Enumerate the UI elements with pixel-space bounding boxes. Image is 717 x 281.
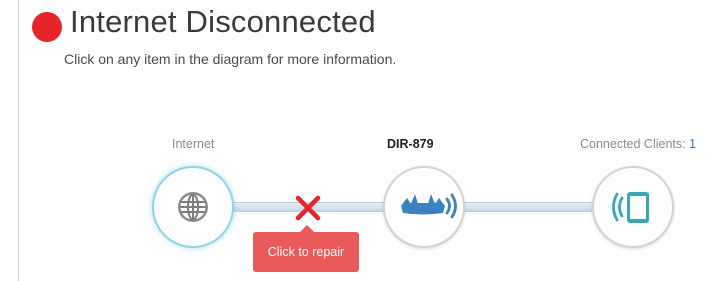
internet-node[interactable] bbox=[152, 166, 234, 248]
connected-clients-text: Connected Clients: bbox=[580, 137, 690, 151]
page-subtitle: Click on any item in the diagram for mor… bbox=[64, 51, 397, 67]
connected-clients-label: Connected Clients: 1 bbox=[580, 137, 696, 151]
router-clients-link bbox=[461, 202, 597, 212]
connection-error-x-icon[interactable] bbox=[293, 193, 323, 223]
connected-clients-count[interactable]: 1 bbox=[689, 137, 696, 151]
tablet-wireless-icon bbox=[612, 192, 649, 223]
click-to-repair-button[interactable]: Click to repair bbox=[253, 225, 359, 272]
connected-clients-node[interactable] bbox=[592, 166, 674, 248]
page-title: Internet Disconnected bbox=[70, 4, 376, 39]
router-label: DIR-879 bbox=[387, 137, 434, 151]
router-node[interactable] bbox=[383, 166, 465, 248]
globe-icon bbox=[178, 192, 208, 222]
internet-label: Internet bbox=[172, 137, 215, 151]
router-icon bbox=[401, 193, 457, 219]
status-indicator-icon bbox=[32, 12, 62, 42]
